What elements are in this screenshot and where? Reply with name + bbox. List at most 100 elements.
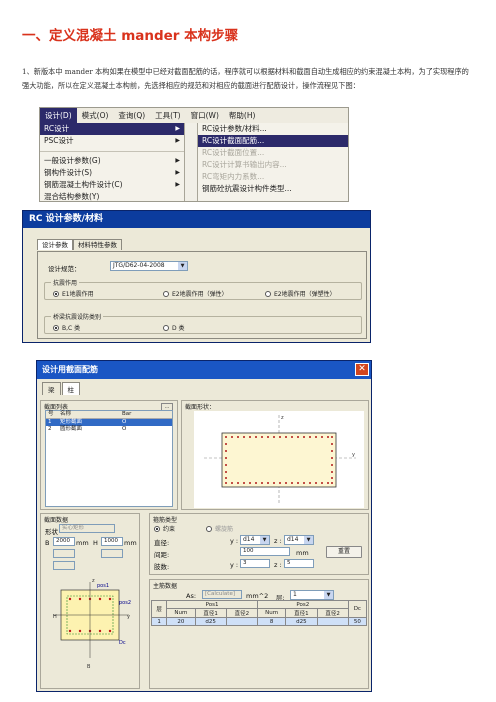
code-label: 设计规范： [48, 265, 81, 273]
chevron-down-icon[interactable]: ▼ [304, 536, 313, 544]
panel-title: 截面形状： [185, 404, 216, 411]
col-header-dia2: 直径2 [225, 608, 258, 618]
cell-pos1-dia1[interactable]: d25 [194, 617, 227, 626]
tab-design-params[interactable]: 设计参数 [37, 239, 73, 250]
table-row[interactable]: 1 20 d25 8 d25 50 [150, 617, 368, 626]
diameter-z-select[interactable]: d14 ▼ [284, 535, 314, 545]
seismic-category-group: 桥梁抗震设防类别 B,C 类 D 类 [44, 312, 362, 334]
radio-d-class[interactable]: D 类 [163, 323, 185, 332]
legs-y-input[interactable]: 3 [240, 559, 270, 568]
code-select[interactable]: JTG/D62-04-2008 ▼ [110, 261, 188, 271]
submenu-arrow-icon: ▶ [175, 125, 180, 132]
menu-item-composite-params[interactable]: 混合结构参数(Y) [40, 191, 184, 201]
cell-pos2-num[interactable]: 8 [256, 617, 287, 626]
menu-query[interactable]: 查询(Q) [113, 108, 150, 123]
dialog1-tabs: 设计参数 材料特性参数 [37, 239, 122, 250]
radio-e2-plastic[interactable]: E2地震作用（弹塑性） [265, 289, 336, 298]
submenu-arrow-icon: ▶ [175, 181, 180, 188]
tab-beam[interactable]: 梁 [42, 382, 61, 395]
param-input-disabled[interactable] [53, 561, 75, 570]
radio-spiral[interactable]: 螺旋筋 [206, 524, 233, 533]
radio-e1[interactable]: E1地震作用 [53, 289, 94, 298]
b-input[interactable]: 2000 [53, 537, 75, 546]
pos2-label: pos2 [119, 600, 131, 606]
col-header-pos2: Pos2 [256, 600, 349, 609]
shape-label: 形状 [45, 528, 58, 536]
design-submenu: RC设计 ▶ PSC设计 ▶ 一般设计参数(G) ▶ 钢构件设计(S) ▶ 钢筋混凝土构… [40, 123, 185, 201]
cell-layer[interactable]: 1 [150, 617, 168, 626]
submenu-arrow-icon: ▶ [175, 169, 180, 176]
section-rebar-dialog: 设计用截面配筋 ✕ 梁 柱 截面列表 … 号名称 Bar 1 矩形截面 O 2 圆形截面… [36, 360, 372, 692]
radio-icon [265, 291, 271, 297]
col-header-dia1: 直径1 [285, 608, 318, 618]
list-item[interactable]: 2 圆形截面 O [46, 426, 172, 433]
menu-separator [40, 147, 184, 152]
menu-mode[interactable]: 模式(O) [77, 108, 114, 123]
spacing-input[interactable]: 100 [240, 547, 290, 556]
param-input-disabled[interactable] [101, 549, 123, 558]
col-header-pos1: Pos1 [166, 600, 258, 609]
page-title: 一、定义混凝土 mander 本构步骤 [22, 28, 239, 44]
submenu-arrow-icon: ▶ [175, 137, 180, 144]
cell-pos2-dia2[interactable] [316, 617, 349, 626]
chevron-down-icon[interactable]: ▼ [178, 262, 187, 270]
menu-item-psc-design[interactable]: PSC设计 ▶ [40, 135, 184, 147]
z-label: z : [274, 537, 282, 545]
menu-item-rc-member-design[interactable]: 钢筋混凝土构件设计(C) ▶ [40, 179, 184, 191]
menu-item-rc-moment-factor[interactable]: RC弯矩内力系数... [198, 171, 348, 183]
menu-item-general-params[interactable]: 一般设计参数(G) ▶ [40, 155, 184, 167]
design-params-pane: 设计规范： JTG/D62-04-2008 ▼ 抗震作用 E1地震作用 E2地震… [37, 251, 367, 339]
b-unit: mm [76, 539, 89, 547]
chevron-down-icon[interactable]: ▼ [324, 591, 333, 599]
menu-item-rc-params[interactable]: RC设计参数/材料... [198, 123, 348, 135]
radio-confined[interactable]: 约束 [154, 524, 175, 533]
menu-help[interactable]: 帮助(H) [224, 108, 261, 123]
dc-label: Dc [119, 640, 126, 646]
panel-title: 主筋数据 [153, 583, 178, 590]
legs-z-input[interactable]: 5 [284, 559, 314, 568]
diameter-y-select[interactable]: d14 ▼ [240, 535, 270, 545]
shape-field[interactable]: 实心矩形 [59, 524, 115, 533]
list-item[interactable]: 1 矩形截面 O [46, 419, 172, 426]
menu-item-seismic-member-type[interactable]: 钢筋砼抗震设计构件类型... [198, 183, 348, 195]
close-icon[interactable]: ✕ [355, 363, 369, 376]
tab-column[interactable]: 柱 [61, 382, 80, 395]
submenu-arrow-icon: ▶ [175, 157, 180, 164]
dialog-title: 设计用截面配筋 [37, 361, 371, 379]
intro-paragraph: 1、新版本中 mander 本构如果在模型中已经对截面配筋的话，程序就可以根据材… [22, 67, 469, 90]
menu-tools[interactable]: 工具(T) [150, 108, 185, 123]
cell-dc[interactable]: 50 [347, 617, 368, 626]
cell-pos2-dia1[interactable]: d25 [285, 617, 318, 626]
tie-type-panel: 箍筋类型 约束 螺旋筋 直径: y : d14 ▼ z : d14 ▼ 间距: 10… [149, 513, 369, 575]
menu-item-rc-report-output[interactable]: RC设计计算书输出内容... [198, 159, 348, 171]
menu-item-rc-section-rebar[interactable]: RC设计截面配筋... [198, 135, 348, 147]
h-label: H [93, 539, 98, 547]
col-header-num: Num [166, 608, 196, 618]
section-schematic-diagram: pos1 pos2 H B Dc y z [53, 578, 131, 670]
section-list-panel: 截面列表 … 号名称 Bar 1 矩形截面 O 2 圆形截面 O [40, 400, 178, 510]
spacing-unit: mm [296, 549, 309, 557]
radio-selected-icon [154, 526, 160, 532]
menu-item-rc-design[interactable]: RC设计 ▶ [40, 123, 184, 135]
cell-pos1-num[interactable]: 20 [166, 617, 196, 626]
param-input-disabled[interactable] [53, 549, 75, 558]
reset-button[interactable]: 重置 [326, 546, 362, 558]
radio-e2-elastic[interactable]: E2地震作用（弹性） [163, 289, 228, 298]
h-dim-label: H [53, 614, 57, 620]
cell-pos1-dia2[interactable] [225, 617, 258, 626]
as-field[interactable]: [Calculate] [202, 590, 242, 599]
group-title: 桥梁抗震设防类别 [51, 312, 104, 321]
layer-select[interactable]: 1 ▼ [290, 590, 334, 600]
menu-window[interactable]: 窗口(W) [186, 108, 224, 123]
tab-material-params[interactable]: 材料特性参数 [73, 239, 122, 250]
z-axis-label: z [92, 578, 95, 584]
menu-item-rc-section-position[interactable]: RC设计截面位置... [198, 147, 348, 159]
h-input[interactable]: 1000 [101, 537, 123, 546]
menu-item-steel-design[interactable]: 钢构件设计(S) ▶ [40, 167, 184, 179]
chevron-down-icon[interactable]: ▼ [260, 536, 269, 544]
menu-design[interactable]: 设计(D) [40, 108, 77, 123]
z-label: z : [274, 561, 282, 569]
radio-bc-class[interactable]: B,C 类 [53, 323, 80, 332]
code-value: JTG/D62-04-2008 [113, 262, 165, 269]
rc-design-submenu: RC设计参数/材料... RC设计截面配筋... RC设计截面位置... RC设… [197, 123, 348, 201]
